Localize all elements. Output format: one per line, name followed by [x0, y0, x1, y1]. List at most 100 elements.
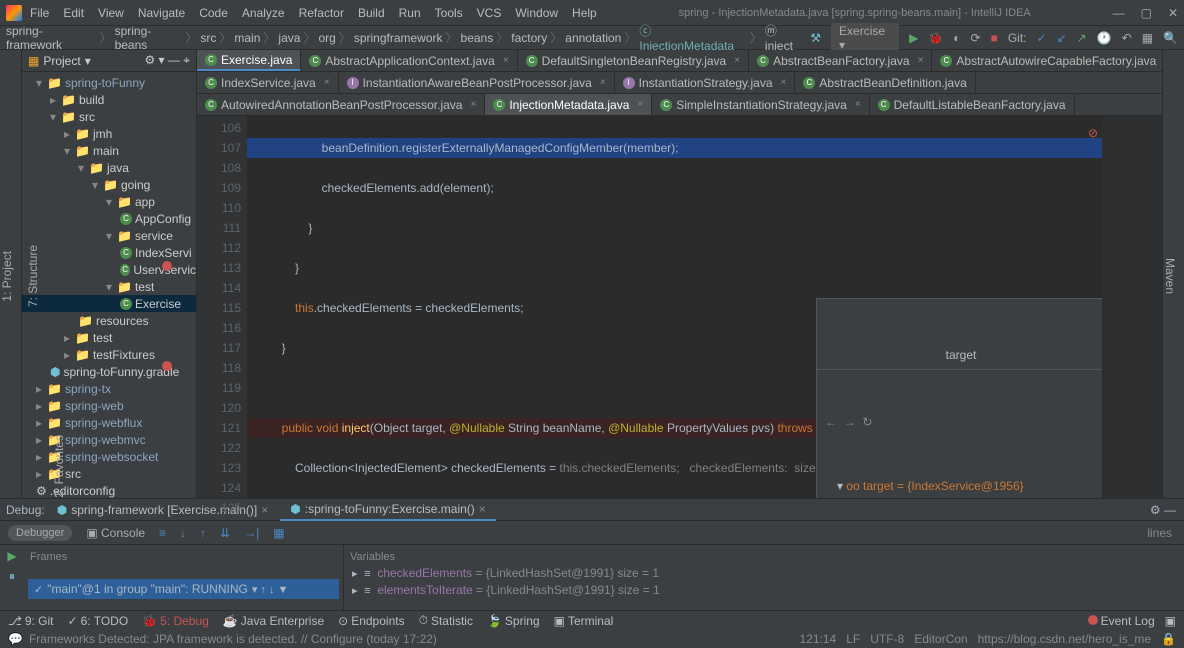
menu-refactor[interactable]: Refactor	[299, 6, 344, 20]
step-into-icon[interactable]: ↓	[180, 526, 186, 540]
bc-7[interactable]: beans	[461, 31, 494, 45]
memory-indicator-icon[interactable]: ▣	[1165, 614, 1176, 628]
close-icon[interactable]: ✕	[1168, 6, 1178, 20]
tab[interactable]: CAbstractApplicationContext.java×	[301, 50, 517, 71]
frames-panel[interactable]: Frames ✓ "main"@1 in group "main": RUNNI…	[24, 545, 344, 610]
menu-file[interactable]: File	[30, 6, 49, 20]
code-text[interactable]: beanDefinition.registerExternallyManaged…	[247, 116, 1102, 498]
debugger-tab[interactable]: Debugger	[8, 525, 72, 541]
popup-nav[interactable]: ← → ↻	[817, 410, 1102, 434]
menu-window[interactable]: Window	[515, 6, 558, 20]
tree-item[interactable]: main	[93, 144, 119, 158]
evaluate-popup[interactable]: target ← → ↻ ▾ oo target = {IndexService…	[816, 298, 1102, 498]
debug-tab[interactable]: ⬢spring-framework [Exercise.main()]×	[47, 500, 279, 520]
tab-exercise[interactable]: CExercise.java	[197, 50, 301, 71]
tree-item[interactable]: java	[107, 161, 129, 175]
bottom-spring[interactable]: 🍃 Spring	[487, 614, 540, 628]
code-area[interactable]: 1061071081091101111121131141151161171181…	[197, 116, 1162, 498]
tool-structure[interactable]: 7: Structure	[26, 245, 40, 307]
bottom-debug[interactable]: 🐞 5: Debug	[142, 614, 209, 628]
tool-favorites[interactable]: 2: Favorites	[52, 435, 66, 498]
menu-view[interactable]: View	[98, 6, 124, 20]
tree-item[interactable]: spring-webflux	[65, 416, 142, 430]
force-step-icon[interactable]: ⇊	[220, 526, 230, 540]
evaluate-icon[interactable]: ▦	[273, 526, 284, 540]
run-config-select[interactable]: Exercise ▾	[831, 23, 899, 53]
tab[interactable]: CSimpleInstantiationStrategy.java×	[652, 94, 869, 115]
tree-item[interactable]: service	[135, 229, 173, 243]
tree-item[interactable]: IndexServi	[135, 246, 192, 260]
tab[interactable]: CAbstractBeanDefinition.java	[795, 72, 975, 93]
bottom-statistic[interactable]: ⏱ Statistic	[419, 613, 473, 628]
tab[interactable]: CDefaultListableBeanFactory.java	[870, 94, 1075, 115]
bottom-je[interactable]: ☕ Java Enterprise	[223, 614, 324, 628]
bc-0[interactable]: spring-framework	[6, 24, 97, 52]
tab[interactable]: CAutowiredAnnotationBeanPostProcessor.ja…	[197, 94, 485, 115]
pause-icon[interactable]: ⏸	[9, 569, 15, 584]
menu-code[interactable]: Code	[199, 6, 228, 20]
tree-item[interactable]: going	[121, 178, 150, 192]
debug-settings-icon[interactable]: ⚙ —	[1150, 503, 1184, 517]
bc-1[interactable]: spring-beans	[115, 24, 183, 52]
bottom-todo[interactable]: ✓ 6: TODO	[68, 614, 129, 628]
editorconfig[interactable]: EditorCon	[914, 632, 967, 646]
maximize-icon[interactable]: ▢	[1141, 6, 1152, 20]
bc-4[interactable]: java	[278, 31, 300, 45]
caret-position[interactable]: 121:14	[800, 632, 837, 646]
bc-9[interactable]: annotation	[565, 31, 621, 45]
event-log[interactable]: Event Log	[1088, 614, 1155, 628]
variable-row[interactable]: ▸ ≡ checkedElements = {LinkedHashSet@199…	[348, 565, 1180, 582]
stop-icon[interactable]: ■	[991, 31, 998, 45]
bc-2[interactable]: src	[200, 31, 216, 45]
project-settings-icon[interactable]: ⚙ ▾ — ⌖	[144, 53, 190, 68]
tree-item[interactable]: spring-web	[65, 399, 124, 413]
console-tab[interactable]: ▣ Console	[86, 526, 145, 540]
tab[interactable]: IInstantiationStrategy.java×	[615, 72, 796, 93]
tool-project[interactable]: 1: Project	[0, 251, 14, 302]
tree-item[interactable]: spring-webmvc	[65, 433, 146, 447]
tree-item-selected[interactable]: Exercise	[135, 297, 181, 311]
tab[interactable]: CAbstractAutowireCapableFactory.java	[932, 50, 1162, 71]
history-icon[interactable]: 🕐	[1097, 31, 1112, 45]
menu-tools[interactable]: Tools	[435, 6, 463, 20]
tree-item[interactable]: src	[65, 467, 81, 481]
menu-build[interactable]: Build	[358, 6, 385, 20]
build-icon[interactable]: ⚒	[810, 31, 821, 45]
tree-item[interactable]: app	[135, 195, 155, 209]
git-pull-icon[interactable]: ✓	[1037, 31, 1047, 45]
menu-help[interactable]: Help	[572, 6, 597, 20]
lock-icon[interactable]: 🔒	[1161, 632, 1176, 646]
debug-icon[interactable]: 🐞	[928, 31, 943, 45]
tree-root[interactable]: spring-toFunny	[65, 76, 145, 90]
tab[interactable]: CIndexService.java×	[197, 72, 339, 93]
debug-tab-active[interactable]: ⬢:spring-toFunny:Exercise.main()×	[280, 499, 496, 521]
variable-row[interactable]: ▸ ≡ elementsToIterate = {LinkedHashSet@1…	[348, 582, 1180, 599]
tree-item[interactable]: spring-websocket	[65, 450, 158, 464]
git-commit-icon[interactable]: ↙	[1057, 31, 1067, 45]
tab[interactable]: CDefaultSingletonBeanRegistry.java×	[518, 50, 749, 71]
tree-item[interactable]: resources	[96, 314, 149, 328]
tab[interactable]: CAbstractBeanFactory.java×	[749, 50, 932, 71]
bc-5[interactable]: org	[318, 31, 335, 45]
tab-injection-metadata[interactable]: CInjectionMetadata.java×	[485, 94, 652, 115]
tool-maven[interactable]: Maven	[1163, 258, 1177, 294]
tree-item[interactable]: build	[79, 93, 104, 107]
bc-class[interactable]: ⓒ InjectionMetadata	[639, 22, 747, 53]
breadcrumb[interactable]: spring-framework〉 spring-beans〉 src〉 mai…	[6, 22, 807, 53]
menu-run[interactable]: Run	[399, 6, 421, 20]
bottom-endpoints[interactable]: ⊙ Endpoints	[338, 614, 404, 628]
bc-6[interactable]: springframework	[354, 31, 443, 45]
menu-analyze[interactable]: Analyze	[242, 6, 285, 20]
minimize-icon[interactable]: —	[1113, 6, 1125, 20]
git-push-icon[interactable]: ↗	[1077, 31, 1087, 45]
run-icon[interactable]: ▶	[909, 31, 918, 45]
tree-item[interactable]: src	[79, 110, 95, 124]
resume-icon[interactable]: ▶	[7, 549, 16, 563]
menu-navigate[interactable]: Navigate	[138, 6, 185, 20]
tree-item[interactable]: test	[93, 331, 112, 345]
search-icon[interactable]: 🔍	[1163, 31, 1178, 45]
bottom-terminal[interactable]: ▣ Terminal	[554, 614, 614, 628]
gutter[interactable]: 1061071081091101111121131141151161171181…	[197, 116, 247, 498]
status-balloon-icon[interactable]: 💬	[8, 632, 23, 646]
encoding[interactable]: UTF-8	[870, 632, 904, 646]
